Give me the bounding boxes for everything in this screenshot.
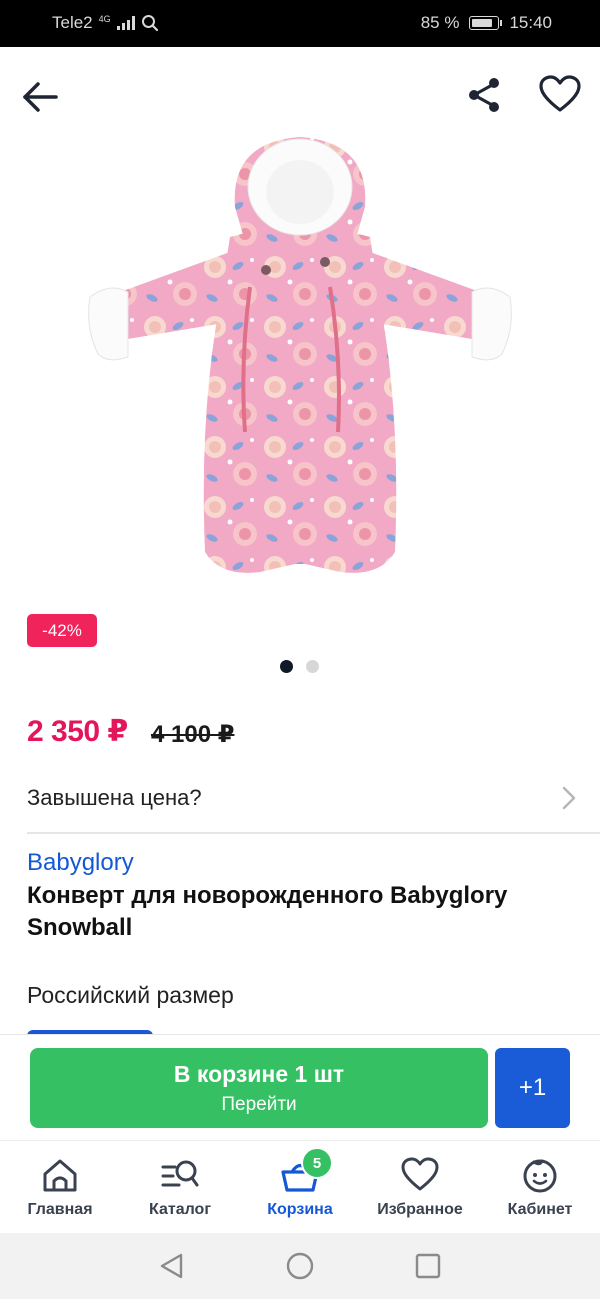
carousel-dot[interactable]	[306, 660, 319, 673]
favorite-button[interactable]	[536, 72, 584, 116]
cart-count-badge: 5	[301, 1147, 333, 1179]
profile-face-icon	[523, 1159, 557, 1193]
tab-favorites[interactable]: Избранное	[360, 1141, 480, 1234]
pink-floral-baby-snowsuit-image	[88, 137, 512, 573]
carrier-name: Tele2	[52, 13, 93, 32]
catalog-search-icon	[161, 1160, 199, 1187]
tab-cart[interactable]: 5 Корзина	[240, 1141, 360, 1234]
inflated-price-label: Завышена цена?	[27, 785, 202, 810]
heart-outline-icon	[539, 75, 581, 112]
carousel-indicator	[280, 660, 319, 673]
size-section-label: Российский размер	[27, 982, 234, 1008]
battery-icon	[469, 16, 503, 30]
add-one-button[interactable]: +1	[495, 1048, 570, 1128]
back-button[interactable]	[18, 75, 62, 119]
clock: 15:40	[509, 13, 552, 32]
carousel-dot[interactable]	[280, 660, 293, 673]
tab-label: Главная	[27, 1201, 93, 1218]
nav-home-icon[interactable]	[285, 1251, 315, 1281]
heart-icon	[401, 1157, 439, 1191]
current-price: 2 350 ₽	[27, 715, 128, 748]
old-price: 4 100 ₽	[151, 721, 235, 748]
tab-label: Каталог	[149, 1201, 211, 1218]
chevron-right-icon	[562, 786, 576, 810]
home-icon	[43, 1159, 77, 1192]
system-navigation-bar	[0, 1233, 600, 1299]
network-type: 4G	[98, 14, 111, 24]
tab-catalog[interactable]: Каталог	[120, 1141, 240, 1234]
tab-label: Кабинет	[507, 1201, 573, 1218]
brand-link[interactable]: Babyglory	[27, 849, 134, 877]
product-image[interactable]	[80, 132, 520, 582]
divider	[27, 832, 600, 834]
share-button[interactable]	[462, 73, 506, 117]
discount-badge: -42%	[27, 614, 97, 647]
go-to-cart-label: Перейти	[221, 1093, 297, 1115]
nav-back-icon[interactable]	[157, 1251, 187, 1281]
report-inflated-price[interactable]: Завышена цена?	[27, 780, 577, 816]
tab-label: Корзина	[267, 1201, 333, 1218]
tab-label: Избранное	[377, 1201, 463, 1218]
share-icon	[469, 78, 499, 112]
search-icon	[141, 15, 158, 32]
signal-icon	[116, 16, 135, 30]
bottom-tab-bar: Главная Каталог 5 Корзина Избранное Каби…	[0, 1140, 600, 1234]
product-title: Конверт для новорожденного Babyglory Sno…	[27, 882, 508, 941]
status-bar: Tele2 4G 85 % 15:40	[0, 0, 600, 47]
top-bar	[0, 47, 600, 142]
in-cart-button[interactable]: В корзине 1 шт Перейти	[30, 1048, 488, 1128]
arrow-left-icon	[23, 82, 58, 112]
tab-profile[interactable]: Кабинет	[480, 1141, 600, 1234]
nav-recents-icon[interactable]	[413, 1251, 443, 1281]
in-cart-label: В корзине 1 шт	[173, 1060, 345, 1087]
tab-home[interactable]: Главная	[0, 1141, 120, 1234]
cart-action-bar: В корзине 1 шт Перейти +1	[0, 1034, 600, 1141]
battery-percent: 85 %	[420, 13, 460, 32]
